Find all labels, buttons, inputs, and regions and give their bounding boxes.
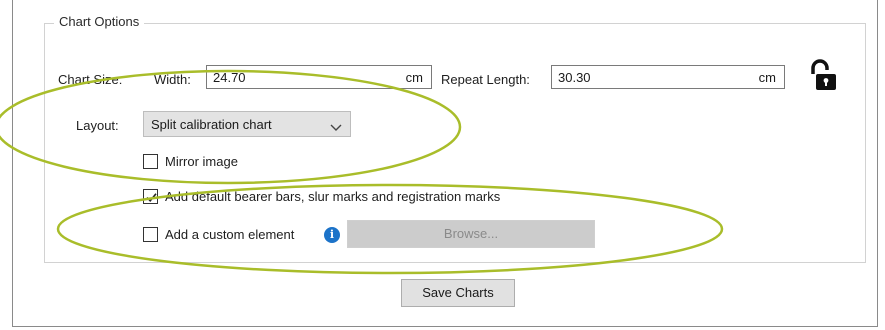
width-label: Width: bbox=[154, 72, 191, 87]
checkmark-icon bbox=[146, 193, 157, 202]
custom-element-label: Add a custom element bbox=[165, 227, 295, 242]
unlocked-padlock-icon[interactable] bbox=[808, 58, 838, 95]
layout-selected-value: Split calibration chart bbox=[151, 117, 272, 132]
chevron-down-icon bbox=[330, 120, 342, 135]
group-title: Chart Options bbox=[54, 14, 145, 29]
save-charts-button[interactable]: Save Charts bbox=[401, 279, 515, 307]
repeat-length-value: 30.30 bbox=[558, 70, 591, 85]
width-unit: cm bbox=[405, 70, 423, 85]
info-icon[interactable]: i bbox=[324, 227, 340, 243]
width-input[interactable]: 24.70 cm bbox=[206, 65, 432, 89]
bearer-bars-label: Add default bearer bars, slur marks and … bbox=[165, 189, 501, 204]
mirror-image-label: Mirror image bbox=[165, 154, 238, 169]
repeat-length-unit: cm bbox=[758, 70, 776, 85]
layout-label: Layout: bbox=[76, 118, 119, 133]
browse-button: Browse... bbox=[347, 220, 595, 248]
mirror-image-checkbox[interactable] bbox=[143, 154, 158, 169]
chart-size-label: Chart Size: bbox=[58, 72, 123, 87]
width-value: 24.70 bbox=[213, 70, 246, 85]
custom-element-checkbox[interactable] bbox=[143, 227, 158, 242]
layout-select[interactable]: Split calibration chart bbox=[143, 111, 351, 137]
repeat-length-label: Repeat Length: bbox=[441, 72, 530, 87]
repeat-length-input[interactable]: 30.30 cm bbox=[551, 65, 785, 89]
bearer-bars-checkbox[interactable] bbox=[143, 189, 158, 204]
